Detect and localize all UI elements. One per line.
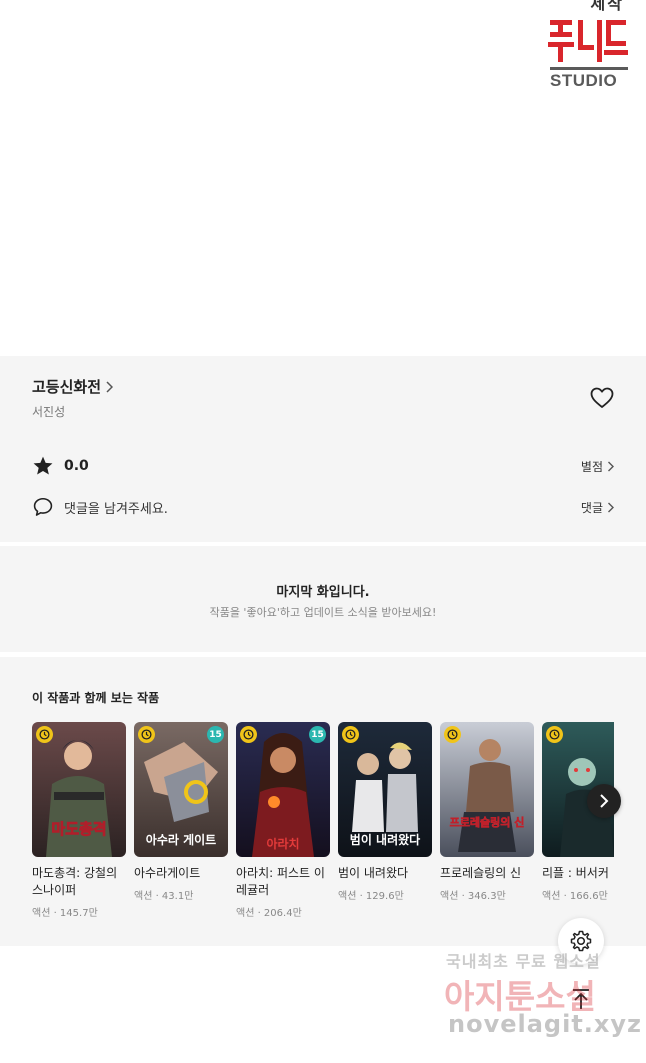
watermark: 국내최초 무료 웹소설 아지툰소설 novelagit.xyz [440, 948, 643, 1048]
rating-row: 0.0 별점 [32, 455, 614, 477]
recommendation-meta: 액션 · 145.7만 [32, 908, 98, 919]
cover-image[interactable]: 아라치 15 [236, 722, 330, 857]
chevron-right-icon [105, 380, 114, 393]
arrow-up-icon [573, 989, 589, 1009]
recommendations-heading: 이 작품과 함께 보는 작품 [32, 691, 160, 705]
like-button[interactable] [589, 385, 615, 411]
rating-value: 0.0 [64, 458, 89, 474]
recommendations-carousel[interactable]: 마도총격 마도총격: 강철의 스나이퍼 액션 · 145.7만 아수라 게이트 [32, 722, 614, 932]
chevron-right-icon [600, 794, 609, 808]
comment-row[interactable]: 댓글을 남겨주세요. 댓글 [32, 496, 614, 518]
studio-logo-mark [548, 20, 628, 62]
work-title: 고등신화전 [32, 378, 102, 396]
cover-image[interactable]: 범이 내려왔다 [338, 722, 432, 857]
studio-logo-text: STUDIO [550, 71, 618, 90]
cover-title: 마도총격 [51, 820, 106, 838]
recommendation-card[interactable]: 프로레슬링의 신 프로레슬링의 신 액션 · 346.3만 [440, 722, 534, 902]
recommendations-section: 이 작품과 함께 보는 작품 마도총격 마도총격: 강철의 스나이퍼 액션 · … [0, 657, 646, 946]
rate-label: 별점 [580, 459, 603, 474]
recommendation-title[interactable]: 리플 : 버서커 [542, 865, 614, 882]
last-episode-notice: 마지막 화입니다. 작품을 '좋아요'하고 업데이트 소식을 받아보세요! [0, 546, 646, 652]
recommendation-title[interactable]: 마도총격: 강철의 스나이퍼 [32, 865, 126, 899]
cover-title: 프로레슬링의 신 [450, 815, 525, 829]
recommendation-title[interactable]: 아라치: 퍼스트 이레귤러 [236, 865, 330, 899]
age-rating-badge: 15 [309, 726, 326, 743]
recommendation-card[interactable]: 마도총격 마도총격: 강철의 스나이퍼 액션 · 145.7만 [32, 722, 126, 919]
work-info-panel: 고등신화전 서진성 0.0 별점 댓글을 남겨주세요. 댓글 [0, 356, 646, 542]
cover-title: 범이 내려왔다 [350, 832, 420, 847]
cover-image[interactable]: 마도총격 [32, 722, 126, 857]
recommendation-card[interactable]: 범이 내려왔다 범이 내려왔다 액션 · 129.6만 [338, 722, 432, 902]
last-episode-subtitle: 작품을 '좋아요'하고 업데이트 소식을 받아보세요! [209, 606, 437, 619]
rate-button[interactable]: 별점 [581, 458, 614, 475]
author-name[interactable]: 서진성 [32, 403, 65, 420]
carousel-next-button[interactable] [587, 784, 621, 818]
age-rating-badge: 15 [207, 726, 224, 743]
banner: 제작 STUDIO [0, 0, 646, 356]
cover-image[interactable]: 프로레슬링의 신 [440, 722, 534, 857]
recommendation-meta: 액션 · 129.6만 [338, 891, 404, 902]
recommendation-meta: 액션 · 166.6만 [542, 891, 608, 902]
recommendation-title[interactable]: 프로레슬링의 신 [440, 865, 534, 882]
star-icon [32, 455, 54, 477]
recommendation-title[interactable]: 아수라게이트 [134, 865, 228, 882]
watermark-line-3: novelagit.xyz [448, 1010, 643, 1038]
studio-logo: STUDIO [548, 18, 630, 90]
banner-top-text: 제작 [590, 0, 624, 13]
clock-icon [444, 726, 461, 743]
recommendation-meta: 액션 · 206.4만 [236, 908, 302, 919]
work-title-link[interactable]: 고등신화전 [32, 376, 114, 397]
recommendation-card[interactable]: 아수라 게이트 15 아수라게이트 액션 · 43.1만 [134, 722, 228, 902]
recommendation-meta: 액션 · 346.3만 [440, 891, 506, 902]
heart-icon [590, 387, 614, 408]
cover-image[interactable]: 아수라 게이트 15 [134, 722, 228, 857]
cover-title: 아라치 [266, 836, 299, 851]
chevron-right-icon [607, 502, 614, 513]
studio-logo-divider [550, 67, 628, 70]
recommendation-title[interactable]: 범이 내려왔다 [338, 865, 432, 882]
scroll-to-top-button[interactable] [558, 976, 604, 1022]
clock-icon [36, 726, 53, 743]
clock-icon [240, 726, 257, 743]
comments-label: 댓글 [580, 500, 603, 515]
comment-prompt: 댓글을 남겨주세요. [64, 501, 168, 517]
clock-icon [546, 726, 563, 743]
recommendation-card[interactable]: 아라치 15 아라치: 퍼스트 이레귤러 액션 · 206.4만 [236, 722, 330, 919]
clock-icon [342, 726, 359, 743]
settings-button[interactable] [558, 918, 604, 964]
clock-icon [138, 726, 155, 743]
chevron-right-icon [607, 461, 614, 472]
gear-icon [570, 930, 592, 952]
comments-button[interactable]: 댓글 [581, 499, 614, 516]
cover-title: 아수라 게이트 [146, 832, 216, 847]
recommendation-meta: 액션 · 43.1만 [134, 891, 194, 902]
comment-icon [32, 496, 54, 518]
last-episode-title: 마지막 화입니다. [276, 585, 370, 600]
